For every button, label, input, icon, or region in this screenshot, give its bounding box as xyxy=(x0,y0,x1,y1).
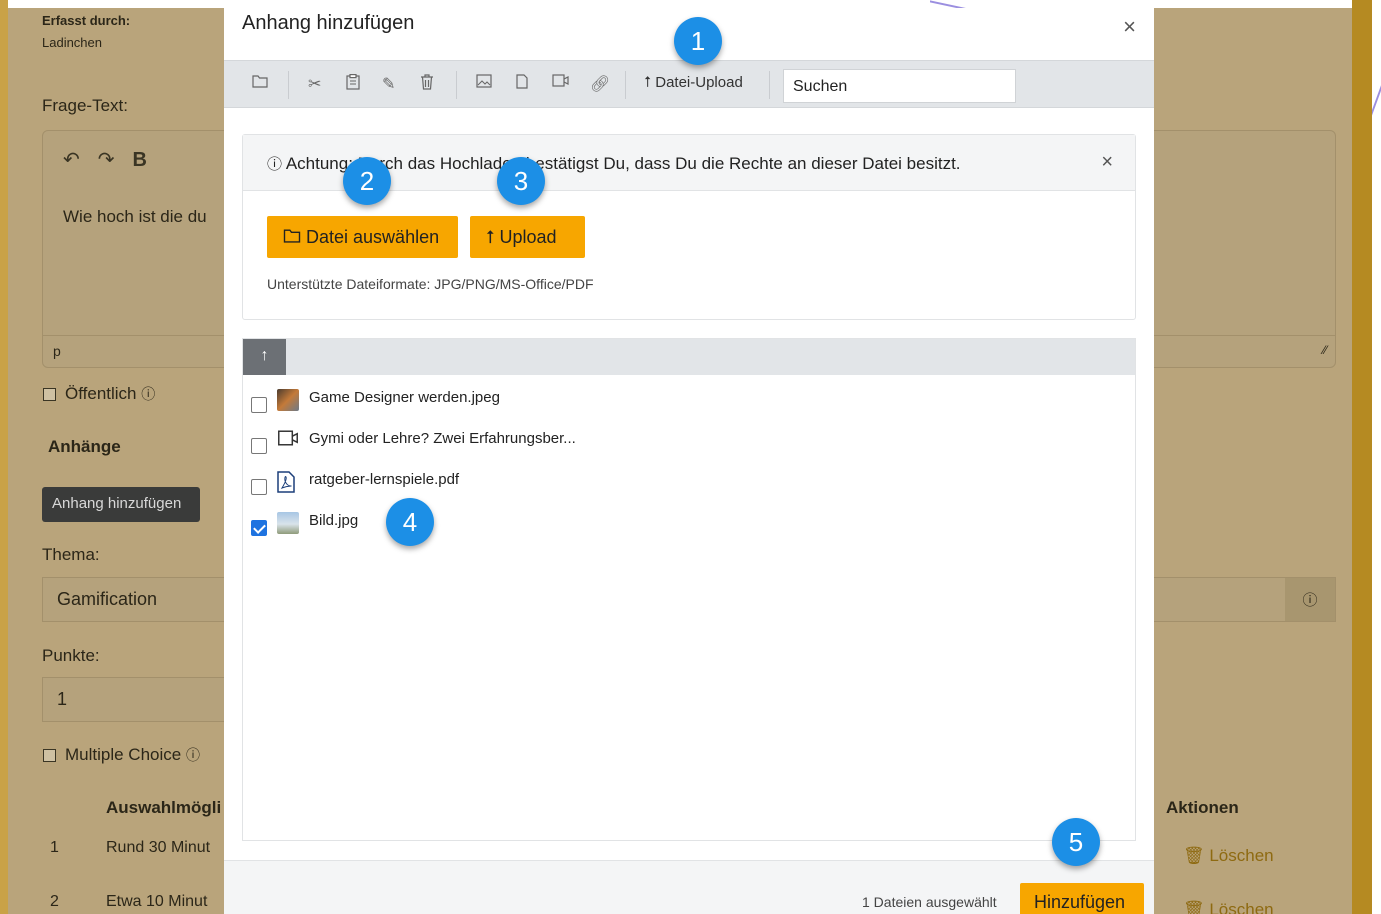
document-icon[interactable] xyxy=(516,74,528,94)
frame-border-right xyxy=(1352,0,1372,914)
table-row-text: Etwa 10 Minut xyxy=(106,893,208,910)
table-row-number: 1 xyxy=(50,839,59,856)
redo-icon[interactable]: ↷ xyxy=(98,149,133,171)
file-manager-toolbar: ✂ ✎ 🔗︎ ⭡ Datei-Upload Suchen xyxy=(224,60,1154,108)
image-thumbnail-icon xyxy=(277,512,299,534)
delete-button[interactable]: 🗑 Löschen xyxy=(1183,846,1274,866)
file-name: Gymi oder Lehre? Zwei Erfahrungsber... xyxy=(309,430,576,447)
multiple-choice-label: Multiple Choice ⓘ xyxy=(65,745,200,764)
toolbar-separator xyxy=(625,71,626,99)
upload-button[interactable]: ⭡ Upload xyxy=(470,216,585,258)
info-icon[interactable]: ⓘ xyxy=(141,386,155,402)
info-icon[interactable]: ⓘ xyxy=(186,747,200,763)
file-checkbox[interactable] xyxy=(251,520,267,536)
toolbar-separator xyxy=(769,71,770,99)
callout-badge: 3 xyxy=(497,157,545,205)
file-name: ratgeber-lernspiele.pdf xyxy=(309,471,460,488)
callout-badge: 2 xyxy=(343,157,391,205)
file-checkbox[interactable] xyxy=(251,438,267,454)
table-row-number: 2 xyxy=(50,893,59,910)
bold-button[interactable]: B xyxy=(133,149,147,171)
toolbar-separator xyxy=(288,71,289,99)
folder-icon xyxy=(283,227,301,247)
video-icon xyxy=(277,430,299,452)
supported-formats-text: Unterstützte Dateiformate: JPG/PNG/MS-Of… xyxy=(267,276,594,292)
link-icon[interactable]: 🔗︎ xyxy=(590,74,610,94)
app-frame: Erfasst durch: Ladinchen Frage-Text: ↶↷B… xyxy=(8,8,1366,914)
undo-icon[interactable]: ↶ xyxy=(63,149,98,171)
choose-file-button[interactable]: Datei auswählen xyxy=(267,216,458,258)
video-icon[interactable] xyxy=(552,74,569,92)
captured-by-value: Ladinchen xyxy=(42,35,102,50)
file-checkbox[interactable] xyxy=(251,397,267,413)
choices-column-header: Auswahlmögli xyxy=(106,798,222,817)
callout-badge: 1 xyxy=(674,17,722,65)
public-label: Öffentlich ⓘ xyxy=(65,384,156,403)
points-label: Punkte: xyxy=(42,646,100,665)
frame-border-left xyxy=(0,0,8,914)
public-checkbox[interactable] xyxy=(43,388,56,401)
selected-count: 1 Dateien ausgewählt xyxy=(862,894,997,910)
pdf-icon xyxy=(277,471,299,493)
actions-column-header: Aktionen xyxy=(1166,798,1239,817)
topic-label: Thema: xyxy=(42,545,100,564)
search-input[interactable]: Suchen xyxy=(783,69,1016,103)
callout-badge: 5 xyxy=(1052,818,1100,866)
upload-arrow-icon: ⭡ xyxy=(486,227,495,247)
topic-value: Gamification xyxy=(57,589,158,609)
add-attachment-dialog: Anhang hinzufügen × ✂ ✎ 🔗︎ ⭡ Datei-Uploa… xyxy=(224,8,1154,914)
pencil-icon[interactable]: ✎ xyxy=(382,74,395,94)
close-icon[interactable]: × xyxy=(1101,151,1113,174)
captured-by-label: Erfasst durch: xyxy=(42,13,131,28)
file-checkbox[interactable] xyxy=(251,479,267,495)
file-name: Bild.jpg xyxy=(309,512,359,529)
editor-content[interactable]: Wie hoch ist die du xyxy=(63,207,207,227)
table-row-text: Rund 30 Minut xyxy=(106,839,211,856)
info-icon[interactable]: ⓘ xyxy=(1285,578,1335,621)
question-text-label: Frage-Text: xyxy=(42,96,128,115)
file-name: Game Designer werden.jpeg xyxy=(309,389,500,406)
multiple-choice-checkbox[interactable] xyxy=(43,749,56,762)
arrow-up-icon: ↑ xyxy=(260,347,269,364)
close-icon[interactable]: × xyxy=(1123,14,1136,40)
trash-icon: 🗑 xyxy=(1183,900,1205,914)
trash-icon: 🗑 xyxy=(1183,846,1205,865)
image-thumbnail-icon xyxy=(277,389,299,411)
trash-icon[interactable] xyxy=(420,74,434,95)
add-attachment-button[interactable]: Anhang hinzufügen xyxy=(42,487,200,522)
folder-icon[interactable] xyxy=(252,74,268,93)
editor-toolbar: ↶↷B xyxy=(63,147,147,172)
upload-arrow-icon: ⭡ xyxy=(644,74,652,91)
resize-handle-icon[interactable]: ⁄⁄ xyxy=(1323,343,1327,357)
file-list: ↑ Game Designer werden.jpeg Gymi oder Le… xyxy=(242,338,1136,841)
dialog-title: Anhang hinzufügen xyxy=(242,12,415,34)
clipboard-icon[interactable] xyxy=(346,74,360,95)
info-icon: ⓘ xyxy=(267,156,283,173)
delete-button[interactable]: 🗑 Löschen xyxy=(1183,900,1274,914)
cut-icon[interactable]: ✂ xyxy=(308,74,321,94)
image-icon[interactable] xyxy=(476,74,492,93)
dialog-footer: 1 Dateien ausgewählt Hinzufügen xyxy=(224,860,1154,914)
add-button[interactable]: Hinzufügen xyxy=(1020,883,1144,914)
callout-badge: 4 xyxy=(386,498,434,546)
attachments-heading: Anhänge xyxy=(48,437,121,456)
toolbar-separator xyxy=(456,71,457,99)
parent-directory-button[interactable]: ↑ xyxy=(243,339,286,375)
file-upload-button[interactable]: ⭡ Datei-Upload xyxy=(644,74,743,91)
points-input[interactable]: 1 xyxy=(42,677,242,722)
file-list-header: ↑ xyxy=(243,339,1135,375)
